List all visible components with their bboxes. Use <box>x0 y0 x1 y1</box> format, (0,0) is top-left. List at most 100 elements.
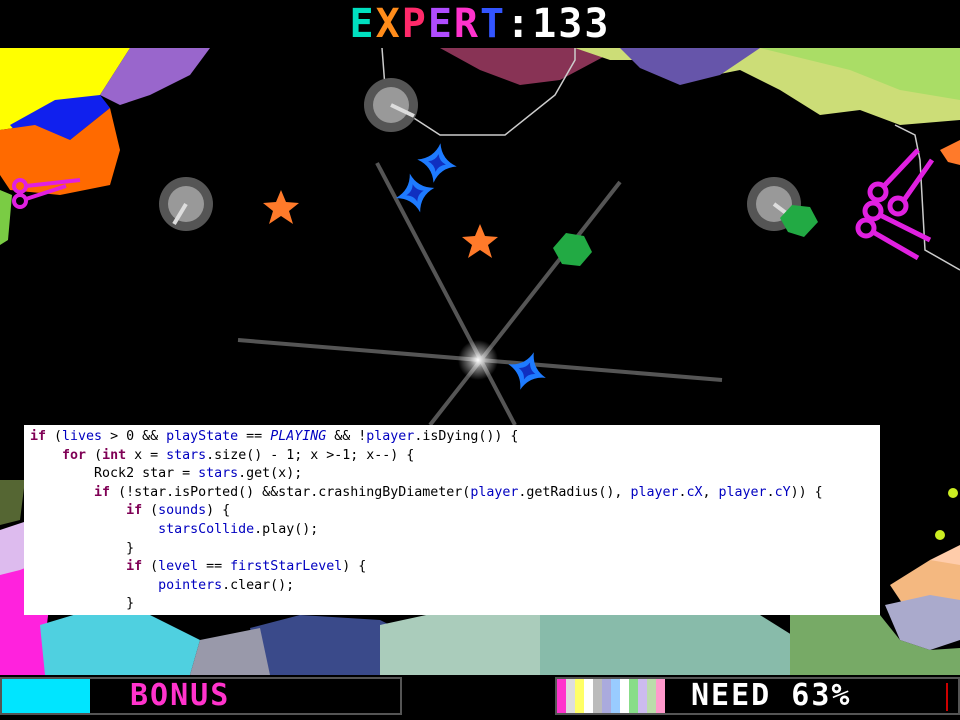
code-overlay: if (lives > 0 && playState == PLAYING &&… <box>24 425 880 615</box>
code-token: Rock2 star = <box>30 466 199 482</box>
lime-dot <box>948 488 958 498</box>
code-token: pointers <box>158 577 223 593</box>
laser-beams <box>237 162 723 427</box>
code-token: player <box>630 484 679 500</box>
code-token: x = <box>126 447 167 463</box>
code-token: .size() - 1; x >-1; x--) { <box>206 447 415 463</box>
bonus-meter: BONUS <box>0 677 402 715</box>
code-token: firstStarLevel <box>230 559 343 575</box>
orange-star-enemy <box>462 224 498 258</box>
code-token: sounds <box>158 503 207 519</box>
code-line: Rock2 star = stars.get(x); <box>30 465 874 484</box>
code-token: } <box>30 540 135 556</box>
need-meter: NEED 63% <box>555 677 960 715</box>
code-token: player <box>366 429 415 444</box>
code-line: } <box>30 595 874 614</box>
turret <box>159 177 213 231</box>
need-target-marker <box>946 683 948 711</box>
code-token: lives <box>62 429 103 444</box>
title-letter: E <box>427 1 454 47</box>
code-token: && ! <box>326 429 367 444</box>
top-hud: EXPERT:133 <box>0 0 960 48</box>
title-letter: X <box>375 1 402 47</box>
code-line: if (level == firstStarLevel) { <box>30 558 874 577</box>
code-token: == <box>238 429 271 444</box>
code-token: ( <box>142 559 159 575</box>
code-token: if <box>94 484 111 500</box>
code-token: level <box>158 559 199 575</box>
code-token: player <box>470 484 519 500</box>
bonus-meter-fill <box>2 679 90 713</box>
need-stripe <box>629 679 638 713</box>
need-label: NEED 63% <box>691 678 852 713</box>
need-stripe <box>575 679 584 713</box>
code-line: if (!star.isPorted() &&star.crashingByDi… <box>30 484 874 503</box>
code-token: playState <box>166 429 239 444</box>
orange-star-enemy <box>263 190 299 224</box>
need-meter-stripes <box>557 679 665 713</box>
code-token: stars <box>198 466 239 482</box>
code-token: ) { <box>206 503 231 519</box>
code-token: cX <box>686 484 703 500</box>
blue-star-enemy <box>417 143 457 183</box>
title-letter: R <box>453 1 481 47</box>
code-listing: if (lives > 0 && playState == PLAYING &&… <box>30 428 874 614</box>
need-stripe <box>593 679 602 713</box>
code-token: ) { <box>342 559 367 575</box>
code-token: == <box>198 559 231 575</box>
difficulty-title: EXPERT: <box>350 1 533 47</box>
code-token: .getRadius(), <box>518 484 631 500</box>
code-line: if (lives > 0 && playState == PLAYING &&… <box>30 428 874 447</box>
need-stripe <box>620 679 629 713</box>
score-value: 133 <box>532 1 611 47</box>
turret <box>364 78 418 132</box>
code-token: int <box>102 447 127 463</box>
code-token: if <box>30 429 47 444</box>
game-screen: EXPERT:133 if (lives > 0 && playState ==… <box>0 0 960 720</box>
need-stripe <box>584 679 593 713</box>
code-token: , <box>702 484 719 500</box>
code-line: if (sounds) { <box>30 502 874 521</box>
code-token: for <box>62 447 87 463</box>
code-token: .isDying()) { <box>414 429 519 444</box>
need-stripe <box>611 679 620 713</box>
need-stripe <box>557 679 566 713</box>
code-token: .clear(); <box>222 577 295 593</box>
code-token: cY <box>774 484 791 500</box>
lime-dot <box>935 530 945 540</box>
code-line: } <box>30 540 874 559</box>
code-token: stars <box>166 447 207 463</box>
blue-star-enemy <box>395 173 435 213</box>
code-token: PLAYING <box>270 429 327 444</box>
title-letter: P <box>401 1 428 47</box>
need-stripe <box>638 679 647 713</box>
code-token: } <box>30 596 135 612</box>
title-letter: E <box>349 1 376 47</box>
blue-star-enemy <box>508 352 546 390</box>
need-stripe <box>647 679 656 713</box>
code-token: starsCollide <box>158 521 255 537</box>
code-token: )) { <box>790 484 823 500</box>
bonus-label: BONUS <box>130 678 231 713</box>
code-token: ( <box>46 429 63 444</box>
code-token: player <box>718 484 767 500</box>
title-letter: T <box>480 1 507 47</box>
code-line: for (int x = stars.size() - 1; x >-1; x-… <box>30 447 874 466</box>
code-token: ( <box>86 447 103 463</box>
code-token: . <box>678 484 687 500</box>
code-line: pointers.clear(); <box>30 577 874 596</box>
code-token: . <box>766 484 775 500</box>
code-token: ( <box>142 503 159 519</box>
need-stripe <box>656 679 665 713</box>
code-token: .play(); <box>254 521 319 537</box>
code-token: if <box>126 559 143 575</box>
code-token: if <box>126 503 143 519</box>
need-stripe <box>566 679 575 713</box>
code-token: .get(x); <box>238 466 303 482</box>
